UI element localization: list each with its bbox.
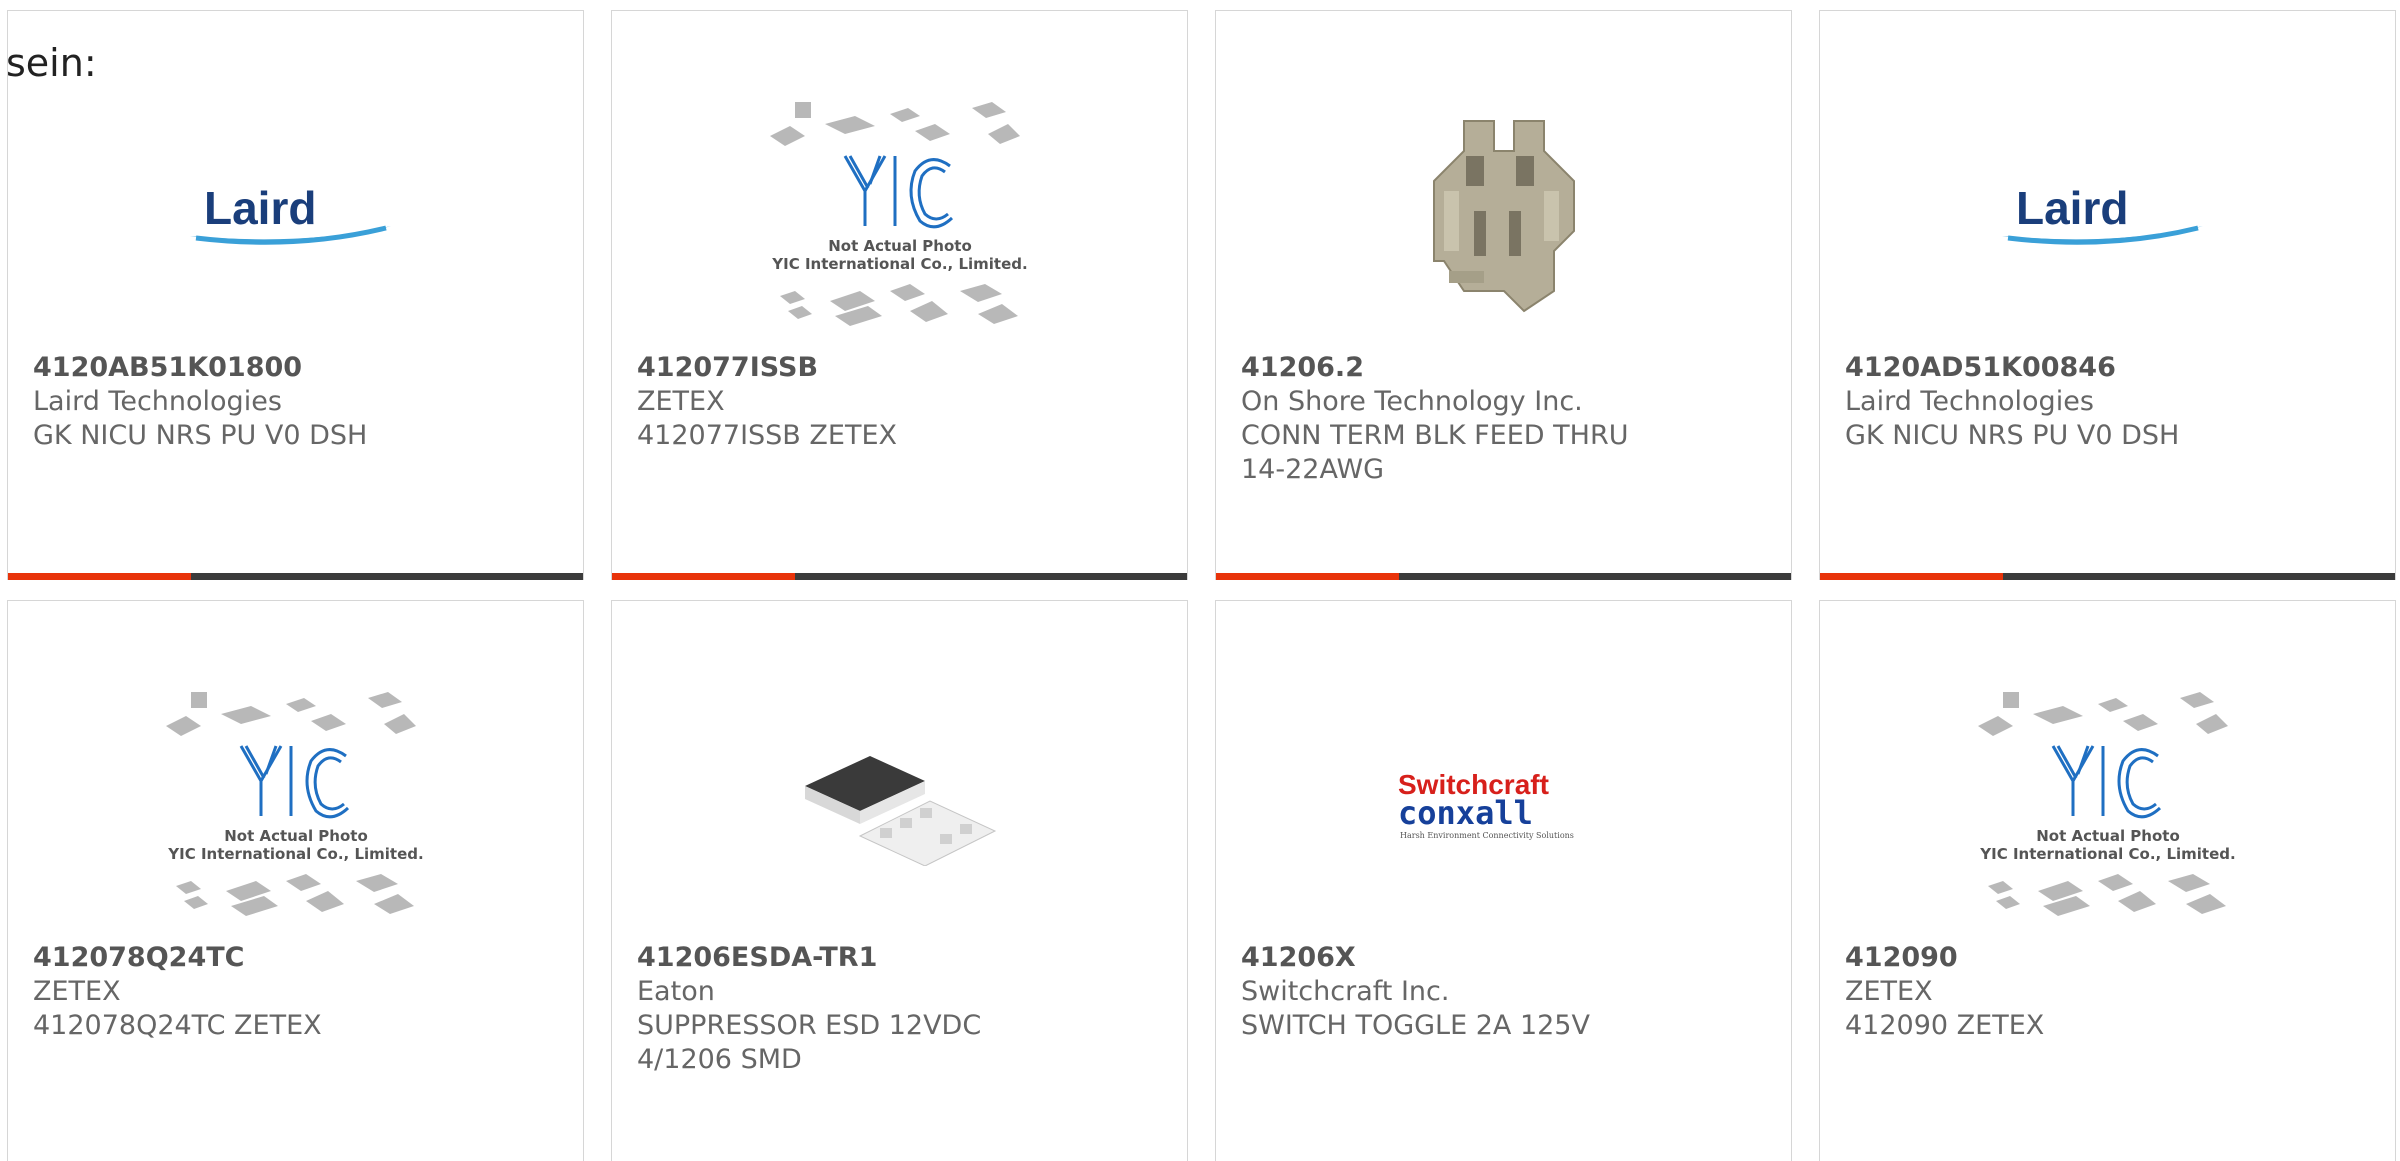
svg-text:Not Actual Photo: Not Actual Photo <box>224 827 368 845</box>
part-number[interactable]: 41206ESDA-TR1 <box>637 941 1162 975</box>
manufacturer: Switchcraft Inc. <box>1241 976 1450 1007</box>
description: CONN TERM BLK FEED THRU 14-22AWG <box>1241 420 1629 485</box>
product-card[interactable]: Laird 4120AD51K00846 Laird Technologies … <box>1819 10 2396 580</box>
description: SUPPRESSOR ESD 12VDC 4/1206 SMD <box>637 1010 982 1075</box>
manufacturer: Laird Technologies <box>33 386 282 417</box>
esd-array-icon <box>804 756 996 866</box>
switchcraft-logo-image: Switchcraft conxall Harsh Environment Co… <box>1216 671 1791 941</box>
part-number[interactable]: 4120AD51K00846 <box>1845 351 2370 385</box>
laird-logo-icon: Laird <box>2001 182 2203 245</box>
product-info: 41206ESDA-TR1 Eaton SUPPRESSOR ESD 12VDC… <box>637 941 1162 1077</box>
svg-text:Not Actual Photo: Not Actual Photo <box>828 237 972 255</box>
chip-placeholder-icon: Not Actual Photo YIC International Co., … <box>165 692 423 916</box>
svg-text:Harsh Environment Connectivity: Harsh Environment Connectivity Solutions <box>1400 831 1574 840</box>
product-info: 41206.2 On Shore Technology Inc. CONN TE… <box>1241 351 1766 487</box>
chip-placeholder-icon: Not Actual Photo YIC International Co., … <box>769 102 1027 326</box>
manufacturer: ZETEX <box>637 386 725 417</box>
product-card[interactable]: Switchcraft conxall Harsh Environment Co… <box>1215 600 1792 1161</box>
svg-text:conxall: conxall <box>1398 794 1533 832</box>
yic-placeholder-image: Not Actual Photo YIC International Co., … <box>8 671 583 941</box>
svg-text:Laird: Laird <box>2016 182 2128 234</box>
svg-text:Laird: Laird <box>204 182 316 234</box>
product-card[interactable]: Not Actual Photo YIC International Co., … <box>611 10 1188 580</box>
svg-text:YIC International Co., Limited: YIC International Co., Limited. <box>771 255 1027 273</box>
manufacturer: Eaton <box>637 976 715 1007</box>
part-number[interactable]: 41206X <box>1241 941 1766 975</box>
product-info: 412078Q24TC ZETEX 412078Q24TC ZETEX <box>33 941 558 1043</box>
product-card[interactable]: 41206ESDA-TR1 Eaton SUPPRESSOR ESD 12VDC… <box>611 600 1188 1161</box>
part-number[interactable]: 412077ISSB <box>637 351 1162 385</box>
description: 412077ISSB ZETEX <box>637 420 898 451</box>
product-info: 412090 ZETEX 412090 ZETEX <box>1845 941 2370 1043</box>
esd-array-image <box>612 671 1187 941</box>
yic-placeholder-image: Not Actual Photo YIC International Co., … <box>612 81 1187 351</box>
card-footer-bar <box>612 573 1187 580</box>
product-info: 412077ISSB ZETEX 412077ISSB ZETEX <box>637 351 1162 453</box>
description: 412090 ZETEX <box>1845 1010 2045 1041</box>
description: SWITCH TOGGLE 2A 125V <box>1241 1010 1590 1041</box>
product-card[interactable]: Not Actual Photo YIC International Co., … <box>1819 600 2396 1161</box>
product-info: 4120AB51K01800 Laird Technologies GK NIC… <box>33 351 558 453</box>
switchcraft-logo-icon: Switchcraft conxall Harsh Environment Co… <box>1398 769 1574 840</box>
laird-logo-icon: Laird <box>189 182 391 245</box>
part-number[interactable]: 41206.2 <box>1241 351 1766 385</box>
product-grid-page: sein: Laird 4120AB51K01800 Laird Technol… <box>0 0 2400 1161</box>
description: GK NICU NRS PU V0 DSH <box>33 420 368 451</box>
part-number[interactable]: 412090 <box>1845 941 2370 975</box>
manufacturer: Laird Technologies <box>1845 386 2094 417</box>
card-footer-bar <box>8 573 583 580</box>
product-card[interactable]: 41206.2 On Shore Technology Inc. CONN TE… <box>1215 10 1792 580</box>
product-info: 41206X Switchcraft Inc. SWITCH TOGGLE 2A… <box>1241 941 1766 1043</box>
card-footer-bar <box>1820 573 2395 580</box>
card-footer-bar <box>1216 573 1791 580</box>
description: GK NICU NRS PU V0 DSH <box>1845 420 2180 451</box>
svg-text:YIC International Co., Limited: YIC International Co., Limited. <box>167 845 423 863</box>
laird-logo-image: Laird <box>8 81 583 351</box>
part-number[interactable]: 4120AB51K01800 <box>33 351 558 385</box>
product-info: 4120AD51K00846 Laird Technologies GK NIC… <box>1845 351 2370 453</box>
part-number[interactable]: 412078Q24TC <box>33 941 558 975</box>
svg-text:Not Actual Photo: Not Actual Photo <box>2036 827 2180 845</box>
product-card[interactable]: Not Actual Photo YIC International Co., … <box>7 600 584 1161</box>
description: 412078Q24TC ZETEX <box>33 1010 322 1041</box>
terminal-block-icon <box>1403 111 1604 321</box>
manufacturer: ZETEX <box>1845 976 1933 1007</box>
product-card[interactable]: Laird 4120AB51K01800 Laird Technologies … <box>7 10 584 580</box>
svg-text:YIC International Co., Limited: YIC International Co., Limited. <box>1979 845 2235 863</box>
manufacturer: On Shore Technology Inc. <box>1241 386 1583 417</box>
chip-placeholder-icon: Not Actual Photo YIC International Co., … <box>1977 692 2235 916</box>
terminal-block-image <box>1216 81 1791 351</box>
lead-text: sein: <box>6 41 97 85</box>
laird-logo-image: Laird <box>1820 81 2395 351</box>
manufacturer: ZETEX <box>33 976 121 1007</box>
yic-placeholder-image: Not Actual Photo YIC International Co., … <box>1820 671 2395 941</box>
